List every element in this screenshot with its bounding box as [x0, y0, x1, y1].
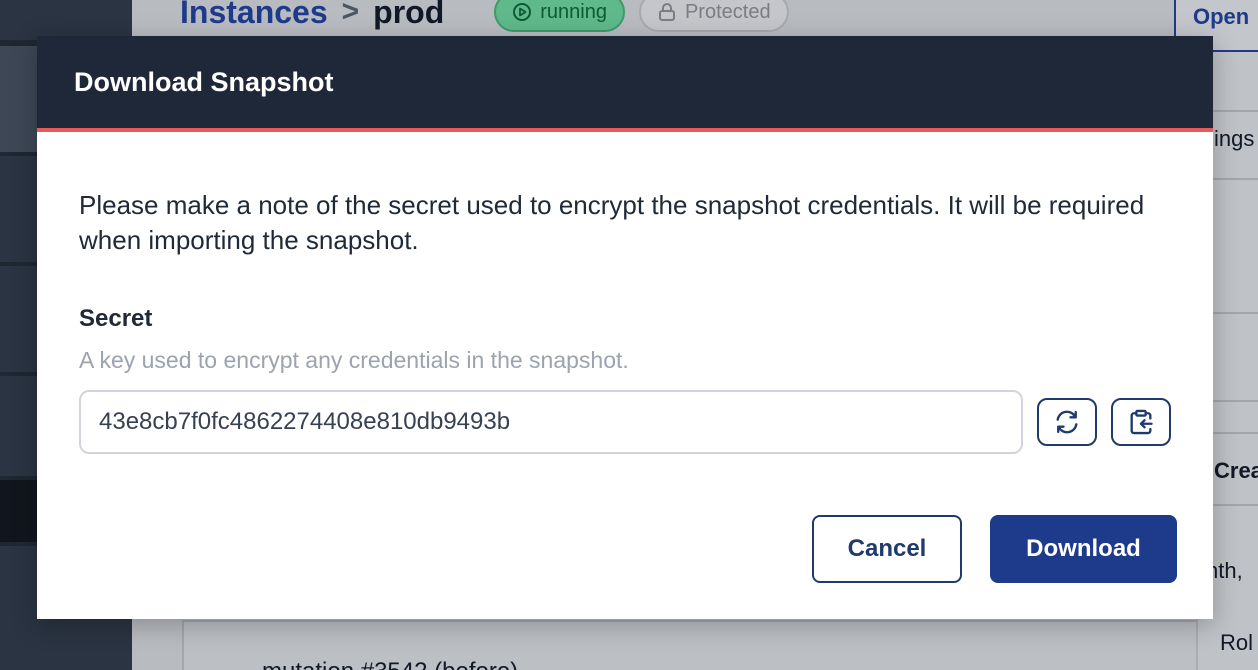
cancel-button[interactable]: Cancel — [812, 515, 962, 583]
breadcrumb-parent[interactable]: Instances — [180, 0, 328, 31]
secret-input[interactable] — [79, 390, 1023, 454]
divider — [1212, 110, 1258, 112]
divider — [1212, 400, 1258, 402]
sidebar-item — [0, 0, 132, 40]
secret-hint: A key used to encrypt any credentials in… — [79, 347, 629, 373]
clipboard-copy-icon — [1130, 409, 1153, 435]
settings-fragment: ings — [1214, 126, 1255, 151]
dialog-description: Please make a note of the secret used to… — [79, 190, 1145, 255]
page-header: Instances > prod running Protected — [180, 0, 789, 36]
play-circle-icon — [513, 3, 532, 21]
secret-field-row — [79, 390, 1171, 454]
dialog-body: Please make a note of the secret used to… — [37, 188, 1213, 454]
copy-secret-button[interactable] — [1111, 398, 1171, 446]
protected-badge: Protected — [638, 0, 789, 32]
tab-open-label: Open — [1193, 4, 1250, 29]
protected-badge-label: Protected — [684, 0, 771, 23]
breadcrumb-current: prod — [373, 0, 445, 30]
status-badge: running — [494, 0, 625, 32]
divider — [1212, 432, 1258, 434]
divider — [1212, 312, 1258, 314]
breadcrumb-separator: > — [341, 0, 360, 28]
status-badge-label: running — [540, 0, 607, 23]
refresh-icon — [1056, 410, 1078, 434]
create-fragment: Crea — [1214, 458, 1258, 483]
role-fragment: Rol — [1220, 630, 1254, 655]
download-button[interactable]: Download — [990, 515, 1177, 583]
divider — [1212, 178, 1258, 180]
regenerate-secret-button[interactable] — [1037, 398, 1097, 446]
secret-label: Secret — [79, 305, 153, 332]
dialog-title: Download Snapshot — [74, 66, 334, 97]
dialog-footer: Cancel Download — [812, 515, 1177, 583]
bottom-fragment: mutation #3542 (before) — [262, 658, 518, 670]
lock-icon — [658, 3, 675, 21]
download-snapshot-dialog: Download Snapshot Please make a note of … — [37, 36, 1213, 619]
dialog-header: Download Snapshot — [37, 36, 1213, 132]
divider — [1212, 504, 1258, 506]
